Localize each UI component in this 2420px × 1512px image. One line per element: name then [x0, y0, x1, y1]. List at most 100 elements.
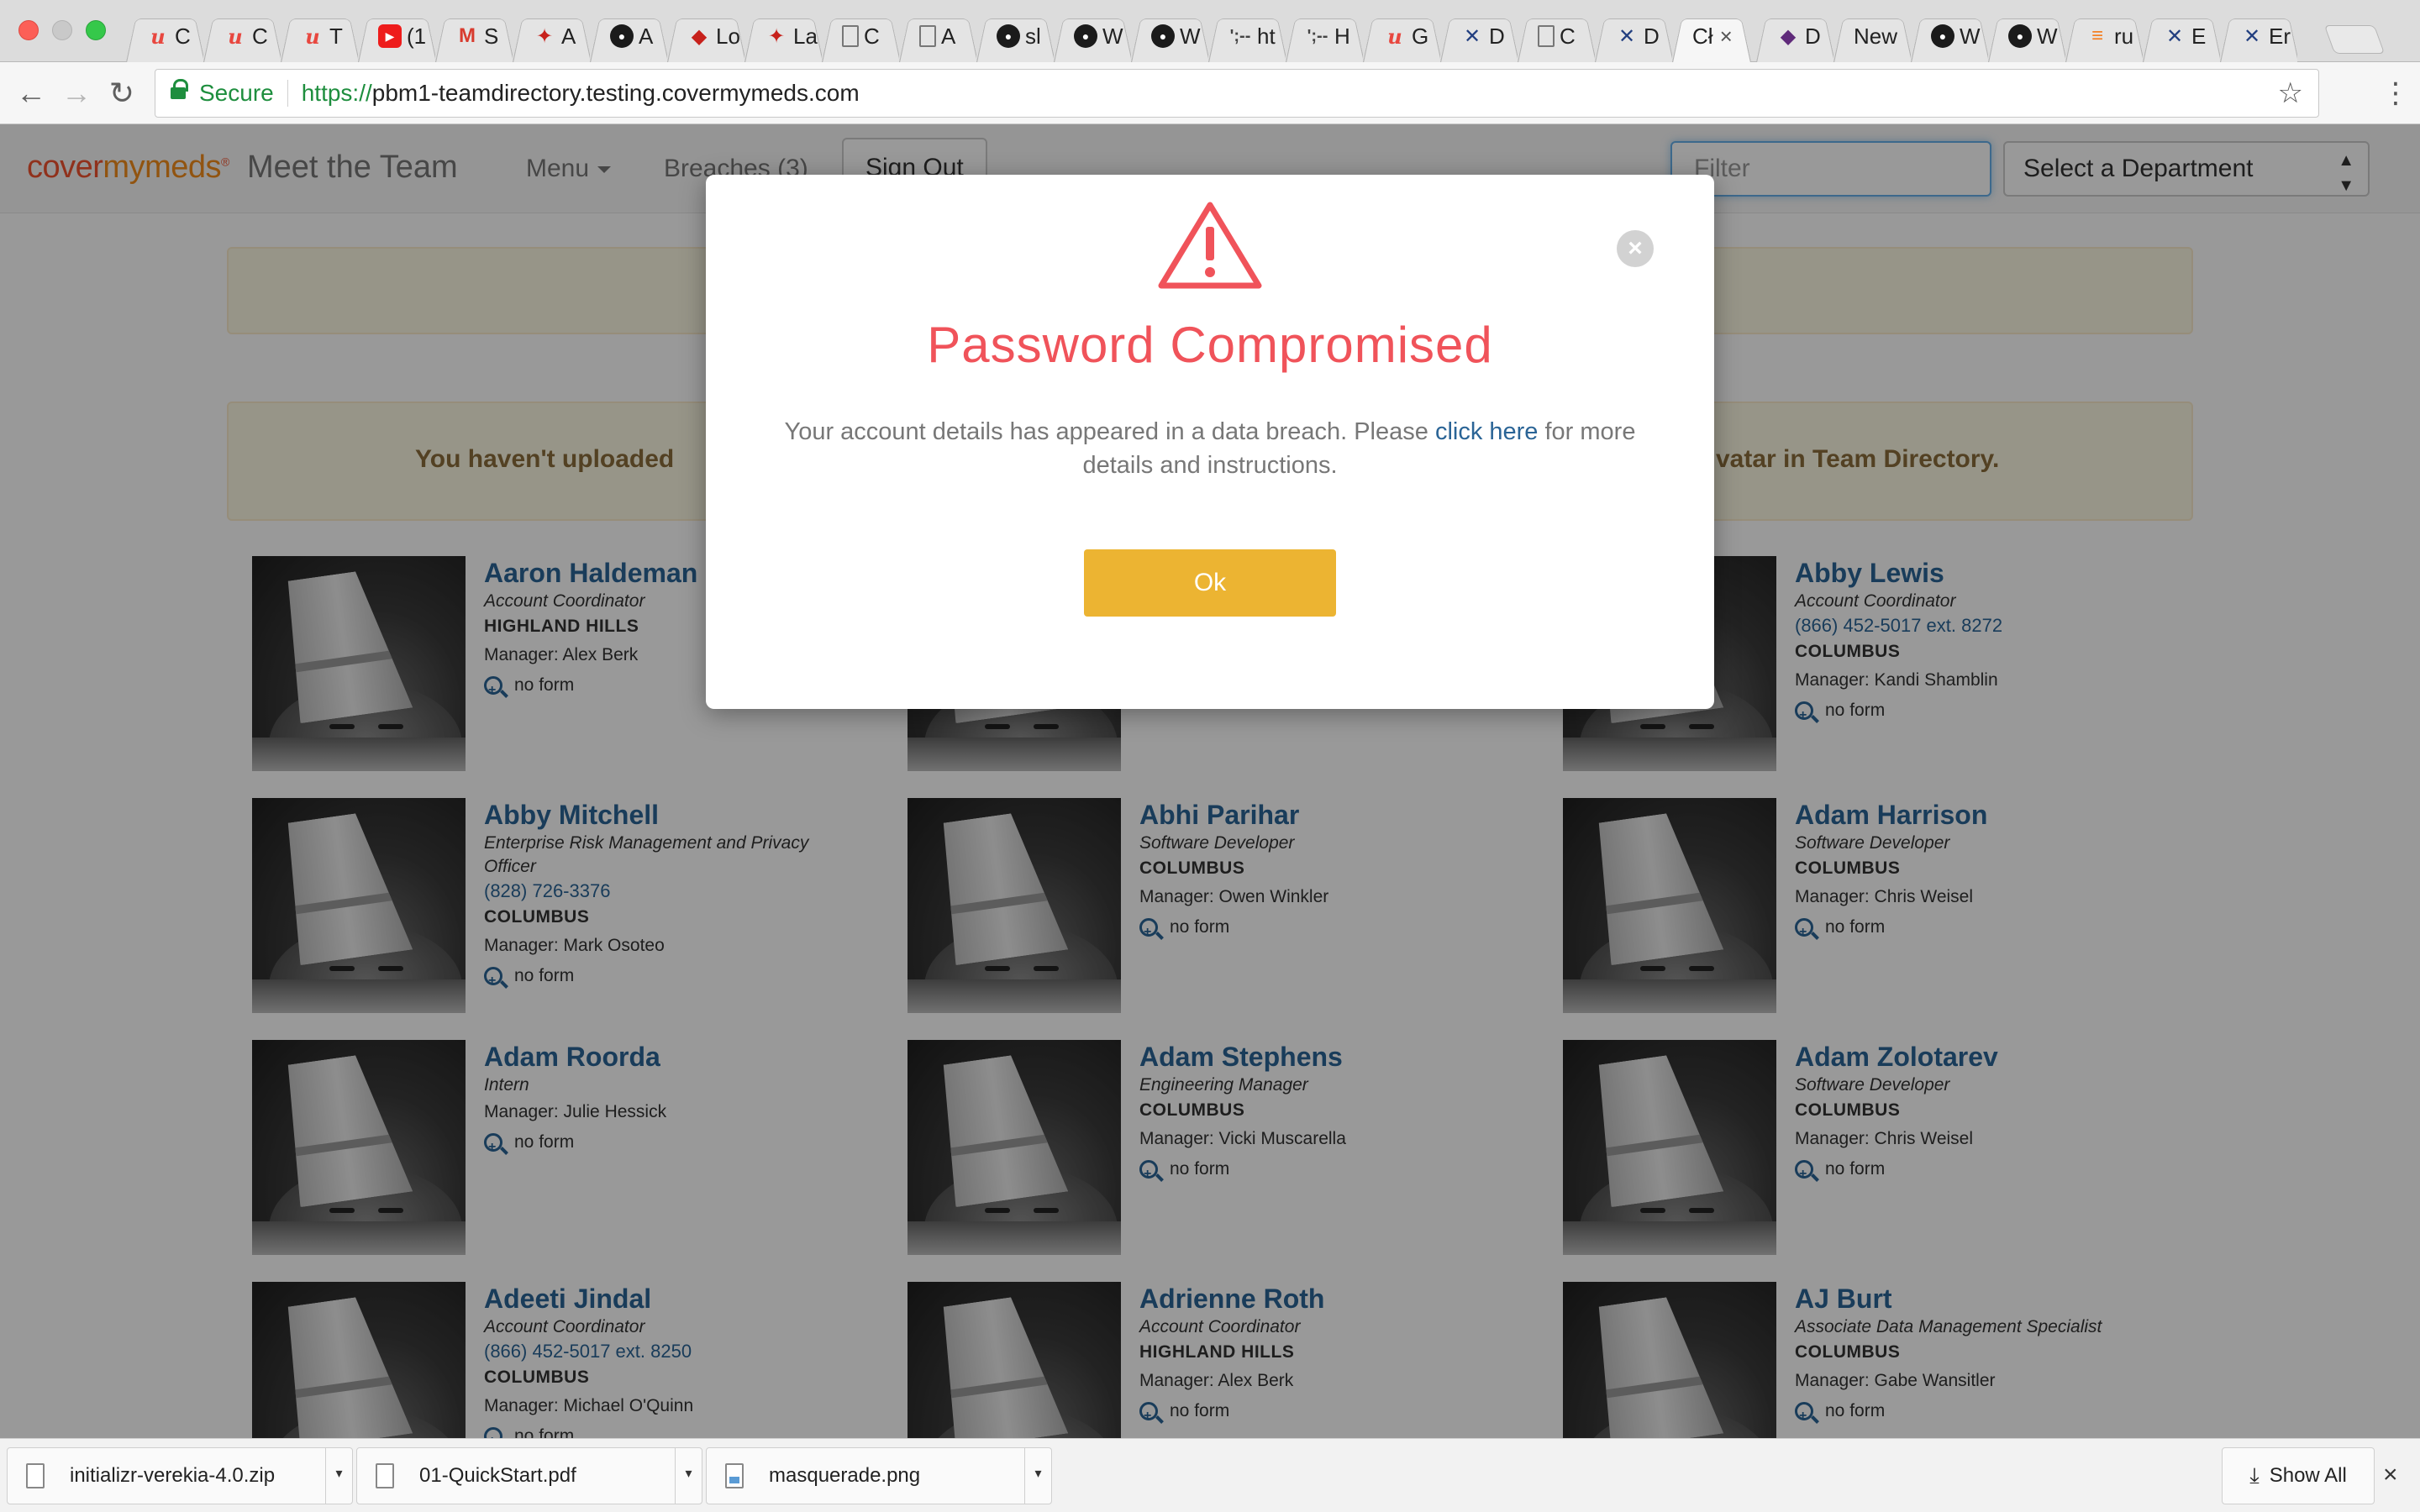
tab-title: W: [1180, 23, 1201, 49]
browser-tab[interactable]: ● W: [1131, 10, 1208, 62]
code-icon: ';--: [1307, 26, 1328, 45]
tab-title: Er: [2269, 23, 2291, 49]
click-here-link[interactable]: click here: [1435, 418, 1539, 445]
udemy-icon: u: [228, 24, 243, 49]
browser-tab[interactable]: uC: [203, 10, 281, 62]
gmail-icon: M: [459, 24, 476, 47]
document-icon: [919, 25, 936, 47]
pdf-file-icon: [376, 1463, 394, 1488]
browser-tab[interactable]: ● W: [1911, 10, 1988, 62]
browser-tab[interactable]: New: [1833, 10, 1911, 62]
download-menu-caret-icon[interactable]: ▾: [325, 1448, 352, 1504]
dialog-text-before: Your account details has appeared in a d…: [784, 418, 1435, 445]
browser-menu-icon[interactable]: ⋮: [2381, 79, 2410, 108]
browser-tab[interactable]: ● A: [590, 10, 667, 62]
download-icon: ⤓: [2249, 1462, 2260, 1488]
tab-title: W: [1102, 23, 1123, 49]
zoom-window-button[interactable]: [86, 20, 106, 40]
browser-tab[interactable]: uC: [126, 10, 203, 62]
github-icon: ●: [610, 24, 634, 48]
browser-tab[interactable]: ';-- ht: [1208, 10, 1286, 62]
download-filename: initializr-verekia-4.0.zip: [70, 1464, 276, 1487]
tab-title: C: [252, 23, 268, 49]
browser-tab[interactable]: ✦ La: [744, 10, 822, 62]
download-item[interactable]: 01-QuickStart.pdf ▾: [356, 1447, 702, 1504]
browser-tab[interactable]: C: [822, 10, 899, 62]
ok-button[interactable]: Ok: [1084, 549, 1336, 617]
browser-tab[interactable]: A: [899, 10, 976, 62]
reload-icon[interactable]: ↻: [104, 76, 139, 111]
browser-tab[interactable]: ≡ ru: [2065, 10, 2143, 62]
image-file-icon: [725, 1463, 744, 1488]
youtube-icon: ▶: [378, 24, 402, 48]
browser-tab[interactable]: uG: [1363, 10, 1440, 62]
download-filename: masquerade.png: [769, 1464, 921, 1487]
rspec-icon: ✦: [767, 24, 786, 48]
browser-tab[interactable]: ◆ Lo: [667, 10, 744, 62]
tab-strip: u Cu Cu T ▶ (1 M S ✦ A ● A ◆ Lo ✦ La C A ● sl ● W ● W ';-- ht ';--…: [126, 10, 2297, 62]
page-icon: ◆: [691, 24, 708, 48]
dialog-message: Your account details has appeared in a d…: [773, 415, 1647, 482]
browser-tab[interactable]: Cł ×: [1672, 10, 1756, 62]
forward-arrow-icon[interactable]: →: [59, 76, 94, 111]
browser-tab[interactable]: ● W: [1054, 10, 1131, 62]
download-filename: 01-QuickStart.pdf: [419, 1464, 576, 1487]
tab-title: A: [639, 23, 654, 49]
tab-close-icon[interactable]: ×: [1720, 24, 1733, 50]
github-icon: ●: [1074, 24, 1097, 48]
bookmark-star-icon[interactable]: ☆: [2278, 76, 2303, 110]
tab-title: W: [2037, 23, 2058, 49]
new-tab-button[interactable]: [2323, 25, 2386, 54]
tab-title: La: [793, 23, 818, 49]
back-arrow-icon[interactable]: ←: [13, 76, 49, 111]
address-bar[interactable]: Secure https:// pbm1-teamdirectory.testi…: [155, 69, 2319, 118]
warning-triangle-icon: [1158, 202, 1262, 289]
browser-tab[interactable]: C: [1518, 10, 1595, 62]
password-compromised-dialog: × Password Compromised Your account deta…: [706, 175, 1714, 709]
tab-title: G: [1412, 23, 1429, 49]
minimize-window-button[interactable]: [52, 20, 72, 40]
tab-title: Lo: [716, 23, 740, 49]
download-item[interactable]: masquerade.png ▾: [706, 1447, 1052, 1504]
browser-tab[interactable]: ✕ E: [2143, 10, 2220, 62]
covermymeds-icon: ✕: [1463, 24, 1481, 48]
tab-title: New: [1854, 23, 1898, 49]
covermymeds-icon: ✕: [2243, 24, 2261, 48]
tab-title: C: [864, 23, 880, 49]
browser-tab[interactable]: ✦ A: [513, 10, 590, 62]
download-item[interactable]: initializr-verekia-4.0.zip ▾: [7, 1447, 353, 1504]
tab-title: (1: [407, 23, 427, 49]
divider: [287, 80, 288, 107]
browser-tab[interactable]: ✕ D: [1440, 10, 1518, 62]
show-all-downloads-button[interactable]: ⤓ Show All: [2222, 1447, 2375, 1504]
tab-bar: u Cu Cu T ▶ (1 M S ✦ A ● A ◆ Lo ✦ La C A ● sl ● W ● W ';-- ht ';--…: [0, 0, 2420, 62]
tab-title: A: [561, 23, 576, 49]
close-window-button[interactable]: [18, 20, 39, 40]
url-scheme: https://: [301, 80, 372, 106]
close-icon[interactable]: ×: [1617, 230, 1654, 267]
udemy-icon: u: [305, 24, 320, 49]
download-menu-caret-icon[interactable]: ▾: [675, 1448, 702, 1504]
browser-tab[interactable]: ✕ Er: [2220, 10, 2297, 62]
tab-title: T: [329, 23, 343, 49]
url-host: pbm1-teamdirectory.testing.covermymeds.c…: [371, 80, 860, 106]
browser-tab[interactable]: ● W: [1988, 10, 2065, 62]
download-menu-caret-icon[interactable]: ▾: [1024, 1448, 1051, 1504]
tab-title: H: [1334, 23, 1350, 49]
browser-tab[interactable]: ◆ D: [1756, 10, 1833, 62]
covermymeds-icon: ✕: [2165, 24, 2184, 48]
github-icon: ●: [2008, 24, 2032, 48]
tab-title: D: [1805, 23, 1821, 49]
tab-title: E: [2191, 23, 2207, 49]
browser-tab[interactable]: ';-- H: [1286, 10, 1363, 62]
github-icon: ●: [1151, 24, 1175, 48]
browser-tab[interactable]: ✕ D: [1595, 10, 1672, 62]
browser-tab[interactable]: MS: [435, 10, 513, 62]
browser-tab[interactable]: ▶ (1: [358, 10, 435, 62]
close-shelf-icon[interactable]: ×: [2383, 1461, 2398, 1489]
browser-tab[interactable]: ● sl: [976, 10, 1054, 62]
udemy-icon: u: [150, 24, 166, 49]
browser-tab[interactable]: uT: [281, 10, 358, 62]
tab-title: sl: [1025, 23, 1041, 49]
browser-toolbar: ← → ↻ Secure https:// pbm1-teamdirectory…: [0, 62, 2420, 124]
